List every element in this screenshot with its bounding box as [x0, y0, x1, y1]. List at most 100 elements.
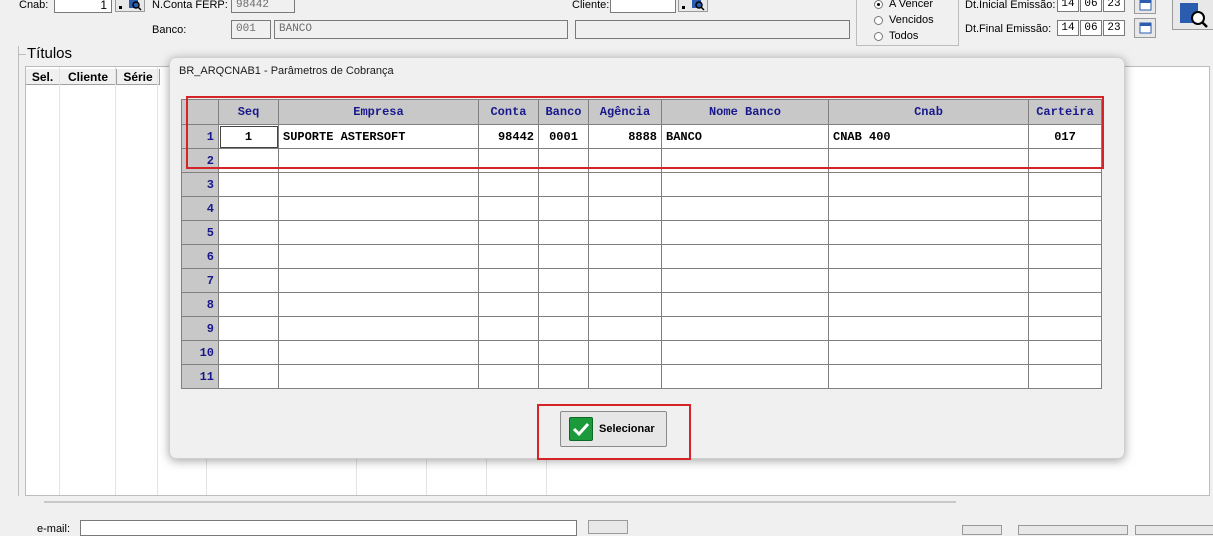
- cell-seq[interactable]: [218, 148, 279, 173]
- table-row[interactable]: 4: [181, 196, 1102, 221]
- dt-inicial-year[interactable]: 23: [1103, 0, 1125, 12]
- cell-empresa[interactable]: [278, 244, 479, 269]
- table-row[interactable]: 7: [181, 268, 1102, 293]
- cell-cnab[interactable]: [828, 172, 1029, 197]
- cell-cnab[interactable]: [828, 340, 1029, 365]
- col-banco[interactable]: Banco: [538, 99, 589, 125]
- cell-cnab[interactable]: [828, 316, 1029, 341]
- cell-seq[interactable]: [218, 196, 279, 221]
- cell-conta[interactable]: [478, 364, 539, 389]
- cell-conta[interactable]: [478, 244, 539, 269]
- search-titles-button[interactable]: [1172, 0, 1213, 30]
- radio-todos[interactable]: [874, 32, 883, 41]
- cell-nome-banco[interactable]: [661, 340, 829, 365]
- table-row[interactable]: 5: [181, 220, 1102, 245]
- cell-conta[interactable]: [478, 172, 539, 197]
- dt-final-month[interactable]: 06: [1080, 20, 1102, 36]
- cell-carteira[interactable]: [1028, 340, 1102, 365]
- cell-conta[interactable]: [478, 196, 539, 221]
- cell-seq[interactable]: [218, 220, 279, 245]
- cell-cnab[interactable]: [828, 364, 1029, 389]
- cell-empresa[interactable]: [278, 220, 479, 245]
- cell-agencia[interactable]: [588, 316, 662, 341]
- email-input[interactable]: [80, 520, 577, 536]
- cell-nome-banco[interactable]: [661, 316, 829, 341]
- cell-carteira[interactable]: [1028, 172, 1102, 197]
- cell-carteira[interactable]: [1028, 316, 1102, 341]
- cell-banco[interactable]: [538, 316, 589, 341]
- cell-cnab[interactable]: [828, 268, 1029, 293]
- email-action-button[interactable]: [588, 520, 628, 534]
- cell-seq[interactable]: [218, 292, 279, 317]
- table-row[interactable]: 11: [181, 364, 1102, 389]
- col-conta[interactable]: Conta: [478, 99, 539, 125]
- cell-cnab[interactable]: [828, 292, 1029, 317]
- cell-seq[interactable]: 1: [218, 124, 279, 149]
- cell-cnab[interactable]: [828, 244, 1029, 269]
- table-row[interactable]: 8: [181, 292, 1102, 317]
- dt-inicial-day[interactable]: 14: [1057, 0, 1079, 12]
- cell-empresa[interactable]: [278, 268, 479, 293]
- cell-agencia[interactable]: [588, 244, 662, 269]
- col-seq[interactable]: Seq: [218, 99, 279, 125]
- cell-conta[interactable]: [478, 316, 539, 341]
- cell-banco[interactable]: [538, 172, 589, 197]
- cell-conta[interactable]: [478, 220, 539, 245]
- cell-banco[interactable]: [538, 244, 589, 269]
- cell-conta[interactable]: [478, 292, 539, 317]
- cell-empresa[interactable]: [278, 340, 479, 365]
- cell-banco[interactable]: 0001: [538, 124, 589, 149]
- cell-empresa[interactable]: [278, 148, 479, 173]
- cell-nome-banco[interactable]: [661, 148, 829, 173]
- cell-carteira[interactable]: [1028, 364, 1102, 389]
- cnab-input[interactable]: 1: [54, 0, 112, 13]
- cell-nome-banco[interactable]: [661, 244, 829, 269]
- dt-inicial-calendar-button[interactable]: [1134, 0, 1156, 14]
- cell-banco[interactable]: [538, 268, 589, 293]
- cell-agencia[interactable]: [588, 340, 662, 365]
- dt-final-day[interactable]: 14: [1057, 20, 1079, 36]
- radio-a-vencer[interactable]: [874, 0, 883, 9]
- cell-cnab[interactable]: [828, 148, 1029, 173]
- cell-seq[interactable]: [218, 244, 279, 269]
- cell-conta[interactable]: [478, 268, 539, 293]
- footer-button-2[interactable]: [1018, 525, 1128, 535]
- cobranca-params-grid[interactable]: Seq Empresa Conta Banco Agência Nome Ban…: [181, 99, 1102, 389]
- cliente-lookup-button[interactable]: [678, 0, 708, 12]
- cell-agencia[interactable]: [588, 268, 662, 293]
- cell-agencia[interactable]: [588, 292, 662, 317]
- table-row[interactable]: 3: [181, 172, 1102, 197]
- footer-button-3[interactable]: [1135, 525, 1213, 535]
- horizontal-scrollbar[interactable]: [44, 501, 956, 503]
- table-row[interactable]: 10: [181, 340, 1102, 365]
- cell-empresa[interactable]: [278, 172, 479, 197]
- cell-nome-banco[interactable]: [661, 292, 829, 317]
- cell-seq[interactable]: [218, 316, 279, 341]
- cell-empresa[interactable]: [278, 196, 479, 221]
- cell-banco[interactable]: [538, 292, 589, 317]
- col-empresa[interactable]: Empresa: [278, 99, 479, 125]
- cell-cnab[interactable]: [828, 196, 1029, 221]
- cell-carteira[interactable]: [1028, 148, 1102, 173]
- dt-final-year[interactable]: 23: [1103, 20, 1125, 36]
- cell-banco[interactable]: [538, 148, 589, 173]
- cell-nome-banco[interactable]: [661, 220, 829, 245]
- cell-banco[interactable]: [538, 196, 589, 221]
- cnab-lookup-button[interactable]: [115, 0, 145, 12]
- cell-banco[interactable]: [538, 364, 589, 389]
- dt-inicial-month[interactable]: 06: [1080, 0, 1102, 12]
- cell-agencia[interactable]: [588, 172, 662, 197]
- cell-empresa[interactable]: [278, 316, 479, 341]
- cell-carteira[interactable]: [1028, 220, 1102, 245]
- cell-empresa[interactable]: [278, 292, 479, 317]
- cell-agencia[interactable]: [588, 220, 662, 245]
- cell-empresa[interactable]: [278, 364, 479, 389]
- col-serie[interactable]: Série: [117, 69, 160, 85]
- cell-conta[interactable]: 98442: [478, 124, 539, 149]
- cell-agencia[interactable]: 8888: [588, 124, 662, 149]
- col-cliente[interactable]: Cliente: [60, 69, 117, 85]
- col-nome-banco[interactable]: Nome Banco: [661, 99, 829, 125]
- cell-cnab[interactable]: CNAB 400: [828, 124, 1029, 149]
- cell-banco[interactable]: [538, 220, 589, 245]
- table-row[interactable]: 2: [181, 148, 1102, 173]
